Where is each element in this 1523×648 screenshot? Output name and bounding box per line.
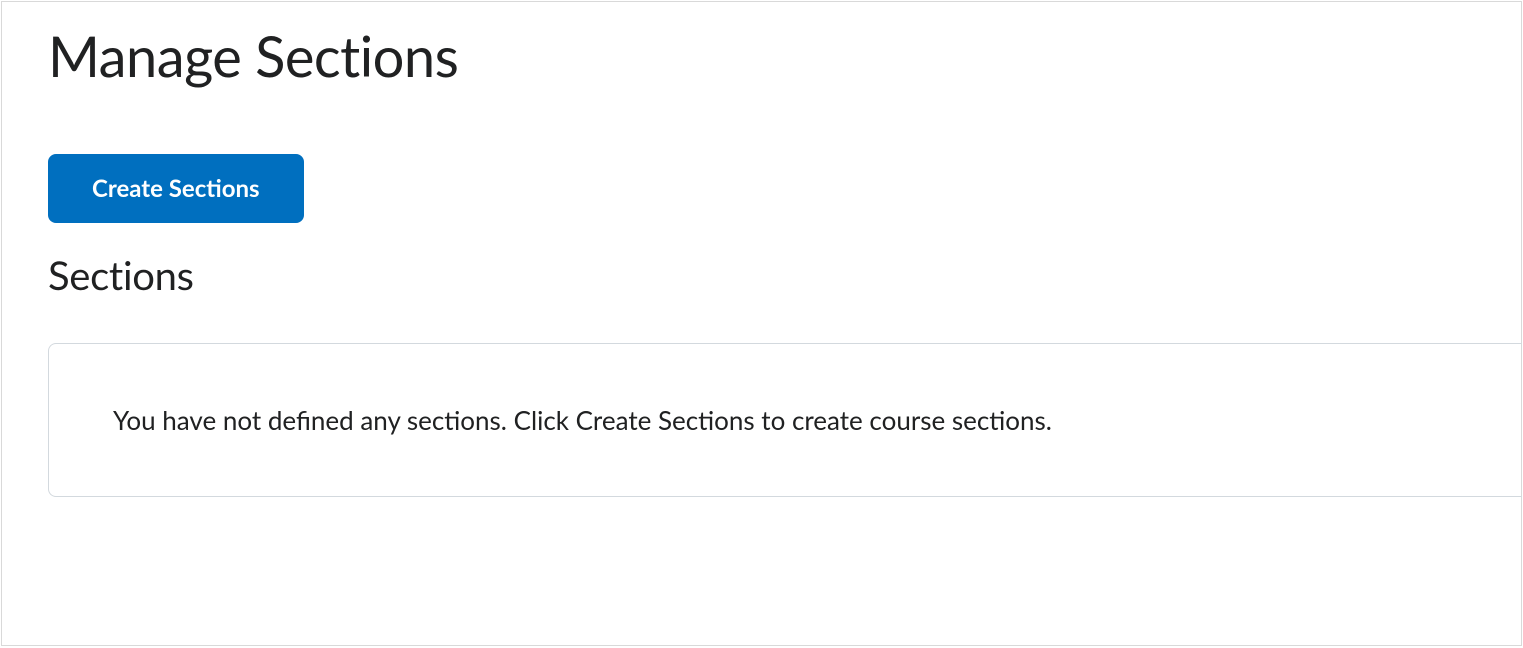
empty-state-box: You have not defined any sections. Click… — [48, 343, 1522, 497]
page-title: Manage Sections — [48, 22, 1521, 89]
empty-state-message: You have not defined any sections. Click… — [113, 404, 1458, 436]
sections-heading: Sections — [48, 251, 1521, 299]
page-container: Manage Sections Create Sections Sections… — [1, 1, 1522, 646]
create-sections-button[interactable]: Create Sections — [48, 154, 304, 223]
